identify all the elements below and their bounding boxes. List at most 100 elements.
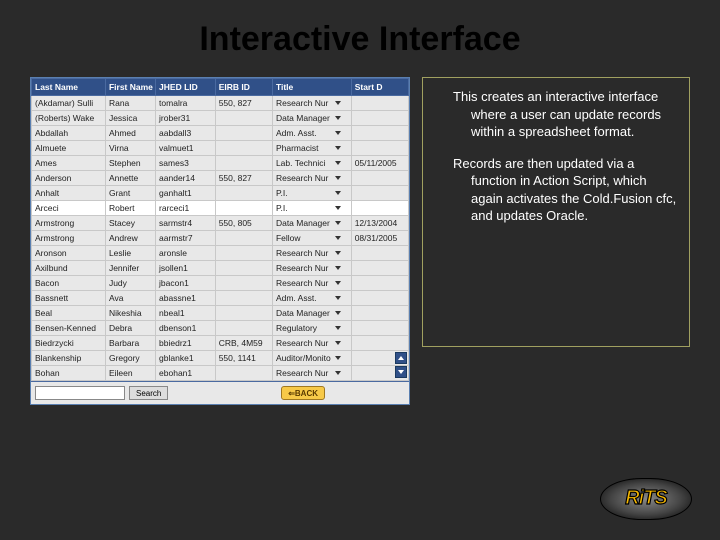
cell-start[interactable] bbox=[351, 291, 408, 306]
cell-ln[interactable]: Ames bbox=[32, 156, 106, 171]
cell-title[interactable]: Adm. Asst. bbox=[272, 126, 351, 141]
dropdown-icon[interactable] bbox=[335, 296, 341, 300]
cell-eirb[interactable] bbox=[215, 246, 272, 261]
cell-start[interactable] bbox=[351, 96, 408, 111]
cell-fn[interactable]: Ahmed bbox=[105, 126, 155, 141]
cell-eirb[interactable]: 550, 827 bbox=[215, 96, 272, 111]
cell-title[interactable]: P.I. bbox=[272, 186, 351, 201]
cell-eirb[interactable] bbox=[215, 111, 272, 126]
cell-fn[interactable]: Robert bbox=[105, 201, 155, 216]
cell-start[interactable] bbox=[351, 171, 408, 186]
cell-start[interactable] bbox=[351, 336, 408, 351]
cell-title[interactable]: Research Nur bbox=[272, 366, 351, 381]
cell-ln[interactable]: (Roberts) Wake bbox=[32, 111, 106, 126]
dropdown-icon[interactable] bbox=[335, 161, 341, 165]
table-row[interactable]: AndersonAnnetteaander14550, 827Research … bbox=[32, 171, 409, 186]
cell-eirb[interactable] bbox=[215, 366, 272, 381]
cell-title[interactable]: Pharmacist bbox=[272, 141, 351, 156]
dropdown-icon[interactable] bbox=[335, 251, 341, 255]
cell-title[interactable]: Data Manager bbox=[272, 306, 351, 321]
cell-fn[interactable]: Stephen bbox=[105, 156, 155, 171]
cell-ln[interactable]: Abdallah bbox=[32, 126, 106, 141]
cell-fn[interactable]: Jessica bbox=[105, 111, 155, 126]
table-row[interactable]: BealNikeshianbeal1Data Manager bbox=[32, 306, 409, 321]
cell-ln[interactable]: Armstrong bbox=[32, 216, 106, 231]
cell-fn[interactable]: Grant bbox=[105, 186, 155, 201]
table-row[interactable]: BassnettAvaabassne1Adm. Asst. bbox=[32, 291, 409, 306]
table-row[interactable]: AlmueteVirnavalmuet1Pharmacist bbox=[32, 141, 409, 156]
cell-fn[interactable]: Barbara bbox=[105, 336, 155, 351]
cell-start[interactable] bbox=[351, 111, 408, 126]
cell-jhed[interactable]: jbacon1 bbox=[156, 276, 216, 291]
dropdown-icon[interactable] bbox=[335, 266, 341, 270]
cell-fn[interactable]: Annette bbox=[105, 171, 155, 186]
cell-ln[interactable]: Blankenship bbox=[32, 351, 106, 366]
cell-start[interactable] bbox=[351, 246, 408, 261]
cell-jhed[interactable]: rarceci1 bbox=[156, 201, 216, 216]
table-row[interactable]: Bensen-KennedDebradbenson1Regulatory bbox=[32, 321, 409, 336]
cell-eirb[interactable] bbox=[215, 321, 272, 336]
dropdown-icon[interactable] bbox=[335, 146, 341, 150]
dropdown-icon[interactable] bbox=[335, 221, 341, 225]
cell-ln[interactable]: Anhalt bbox=[32, 186, 106, 201]
cell-ln[interactable]: Bensen-Kenned bbox=[32, 321, 106, 336]
cell-eirb[interactable] bbox=[215, 141, 272, 156]
cell-ln[interactable]: Aronson bbox=[32, 246, 106, 261]
cell-jhed[interactable]: sarmstr4 bbox=[156, 216, 216, 231]
cell-eirb[interactable] bbox=[215, 291, 272, 306]
cell-eirb[interactable] bbox=[215, 156, 272, 171]
table-row[interactable]: AmesStephensames3Lab. Technici05/11/2005 bbox=[32, 156, 409, 171]
dropdown-icon[interactable] bbox=[335, 236, 341, 240]
cell-start[interactable] bbox=[351, 321, 408, 336]
cell-fn[interactable]: Stacey bbox=[105, 216, 155, 231]
col-start-date[interactable]: Start D bbox=[351, 79, 408, 96]
dropdown-icon[interactable] bbox=[335, 326, 341, 330]
cell-fn[interactable]: Jennifer bbox=[105, 261, 155, 276]
cell-eirb[interactable] bbox=[215, 276, 272, 291]
dropdown-icon[interactable] bbox=[335, 311, 341, 315]
cell-fn[interactable]: Leslie bbox=[105, 246, 155, 261]
cell-title[interactable]: Fellow bbox=[272, 231, 351, 246]
table-row[interactable]: BohanEileenebohan1Research Nur bbox=[32, 366, 409, 381]
col-jhed-lid[interactable]: JHED LID bbox=[156, 79, 216, 96]
cell-ln[interactable]: Biedrzycki bbox=[32, 336, 106, 351]
cell-fn[interactable]: Judy bbox=[105, 276, 155, 291]
cell-title[interactable]: Data Manager bbox=[272, 216, 351, 231]
col-last-name[interactable]: Last Name bbox=[32, 79, 106, 96]
cell-title[interactable]: Adm. Asst. bbox=[272, 291, 351, 306]
table-row[interactable]: BiedrzyckiBarbarabbiedrz1CRB, 4M59Resear… bbox=[32, 336, 409, 351]
cell-ln[interactable]: Almuete bbox=[32, 141, 106, 156]
cell-start[interactable] bbox=[351, 261, 408, 276]
cell-ln[interactable]: Bohan bbox=[32, 366, 106, 381]
cell-title[interactable]: Research Nur bbox=[272, 246, 351, 261]
table-row[interactable]: AnhaltGrantganhalt1 P.I. bbox=[32, 186, 409, 201]
cell-jhed[interactable]: ganhalt1 bbox=[156, 186, 216, 201]
cell-title[interactable]: P.I. bbox=[272, 201, 351, 216]
table-row[interactable]: ArmstrongStaceysarmstr4550, 805Data Mana… bbox=[32, 216, 409, 231]
cell-jhed[interactable]: jrober31 bbox=[156, 111, 216, 126]
cell-eirb[interactable] bbox=[215, 201, 272, 216]
cell-jhed[interactable]: sames3 bbox=[156, 156, 216, 171]
cell-start[interactable]: 08/31/2005 bbox=[351, 231, 408, 246]
table-row[interactable]: ArmstrongAndrewaarmstr7Fellow08/31/2005 bbox=[32, 231, 409, 246]
cell-ln[interactable]: Armstrong bbox=[32, 231, 106, 246]
cell-title[interactable]: Research Nur bbox=[272, 171, 351, 186]
col-eirb-id[interactable]: EIRB ID bbox=[215, 79, 272, 96]
cell-start[interactable] bbox=[351, 201, 408, 216]
cell-start[interactable] bbox=[351, 306, 408, 321]
cell-eirb[interactable] bbox=[215, 306, 272, 321]
cell-jhed[interactable]: tomalra bbox=[156, 96, 216, 111]
cell-title[interactable]: Research Nur bbox=[272, 276, 351, 291]
dropdown-icon[interactable] bbox=[335, 281, 341, 285]
cell-ln[interactable]: Bassnett bbox=[32, 291, 106, 306]
cell-fn[interactable]: Gregory bbox=[105, 351, 155, 366]
table-row[interactable]: AbdallahAhmedaabdall3Adm. Asst. bbox=[32, 126, 409, 141]
dropdown-icon[interactable] bbox=[335, 101, 341, 105]
dropdown-icon[interactable] bbox=[335, 206, 341, 210]
cell-eirb[interactable] bbox=[215, 186, 272, 201]
cell-ln[interactable]: (Akdamar) Sulli bbox=[32, 96, 106, 111]
table-row[interactable]: (Akdamar) SulliRanatomalra550, 827Resear… bbox=[32, 96, 409, 111]
cell-eirb[interactable] bbox=[215, 126, 272, 141]
back-button[interactable]: ⇐BACK bbox=[281, 386, 325, 400]
cell-jhed[interactable]: ebohan1 bbox=[156, 366, 216, 381]
